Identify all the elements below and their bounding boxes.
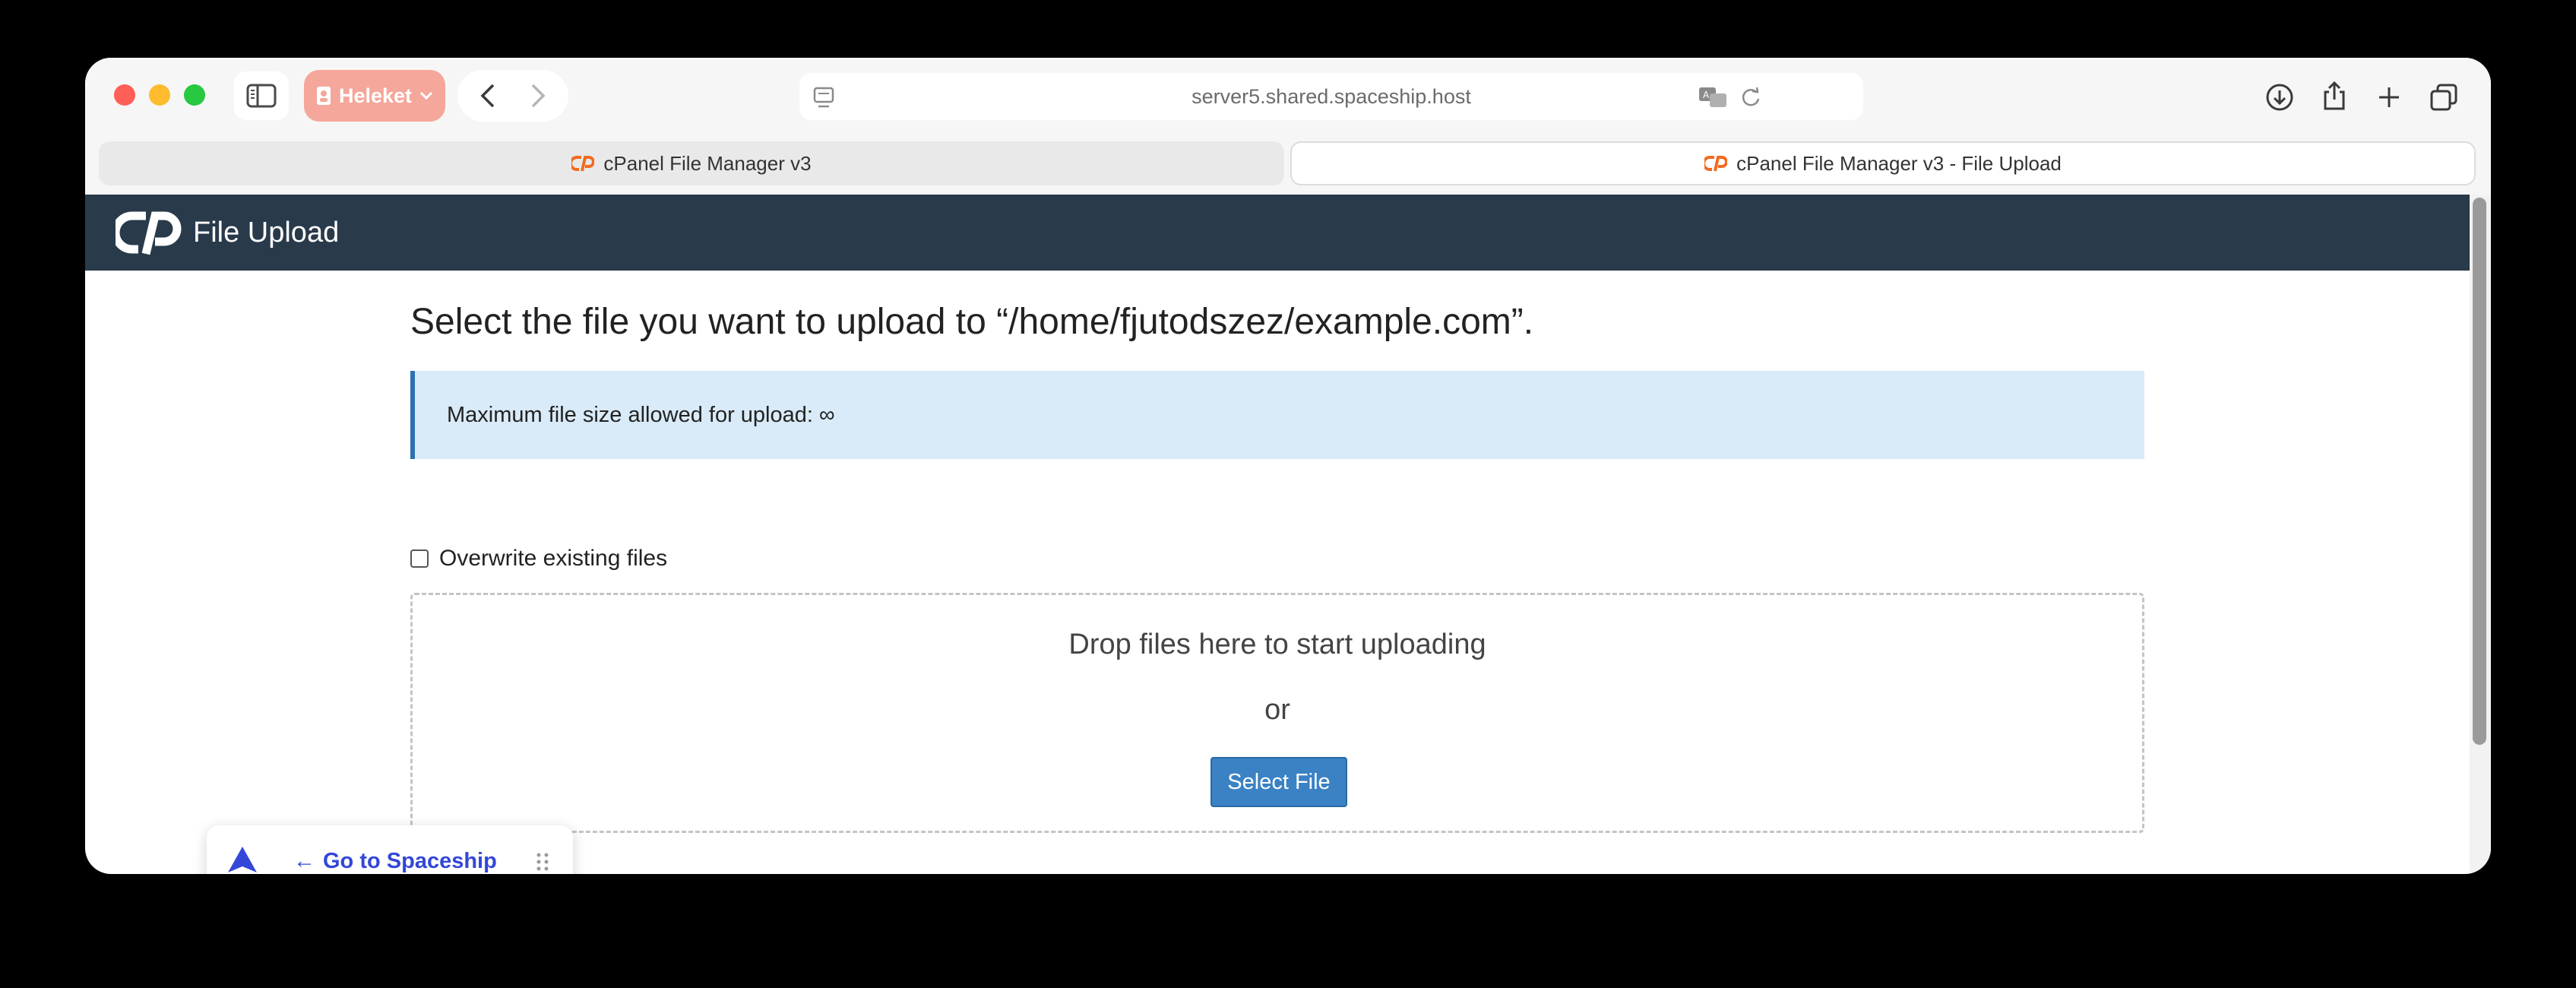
profile-label: Heleket — [338, 84, 413, 107]
tab-file-manager[interactable]: cPanel File Manager v3 — [99, 141, 1284, 185]
maximize-window-button[interactable] — [184, 84, 205, 106]
spaceship-logo-icon — [228, 847, 257, 872]
cpanel-favicon-icon — [571, 156, 595, 172]
reload-icon — [1742, 87, 1760, 106]
downloads-button[interactable] — [2258, 76, 2301, 119]
alert-text: Maximum file size allowed for upload: ∞ — [447, 402, 835, 427]
translate-button[interactable]: A — [1696, 82, 1729, 112]
profile-badge-icon — [316, 87, 331, 105]
go-to-spaceship-link[interactable]: ← Go to Spaceship — [293, 825, 497, 874]
tab-label: cPanel File Manager v3 — [603, 151, 812, 175]
select-file-button[interactable]: Select File — [1210, 757, 1347, 807]
share-button[interactable] — [2313, 74, 2356, 117]
scrollbar-thumb[interactable] — [2473, 198, 2486, 745]
chevron-down-icon — [419, 91, 433, 100]
browser-toolbar: Heleket server5.shared.spaceship.host A — [85, 58, 2491, 135]
chevron-right-icon — [531, 84, 546, 108]
tab-bar: cPanel File Manager v3 cPanel File Manag… — [85, 135, 2491, 195]
sidebar-icon — [246, 84, 277, 108]
arrow-left-icon: ← — [293, 848, 315, 873]
tab-overview-icon — [2430, 84, 2457, 111]
new-tab-button[interactable] — [2368, 76, 2410, 119]
download-icon — [2266, 84, 2293, 111]
page-title: File Upload — [193, 216, 340, 249]
file-drop-zone[interactable]: Drop files here to start uploading or Se… — [410, 593, 2144, 833]
browser-window: Heleket server5.shared.spaceship.host A … — [85, 58, 2491, 874]
upload-heading: Select the file you want to upload to “/… — [410, 302, 1534, 342]
forward-button[interactable] — [515, 73, 561, 119]
drop-instructions: Drop files here to start uploading — [1068, 629, 1486, 660]
page-settings-button[interactable] — [809, 82, 839, 112]
profile-menu-button[interactable]: Heleket — [304, 70, 445, 122]
cpanel-favicon-icon — [1704, 156, 1728, 172]
drag-handle-icon[interactable] — [533, 851, 552, 872]
sidebar-toggle-button[interactable] — [234, 71, 289, 120]
overwrite-option[interactable]: Overwrite existing files — [410, 546, 667, 572]
share-icon — [2324, 81, 2345, 110]
translate-icon: A — [1699, 87, 1726, 107]
tab-file-upload[interactable]: cPanel File Manager v3 - File Upload — [1290, 141, 2476, 185]
close-window-button[interactable] — [114, 84, 135, 106]
overwrite-checkbox[interactable] — [410, 549, 429, 568]
page-menu-icon — [813, 87, 834, 108]
go-to-spaceship-label: Go to Spaceship — [323, 848, 497, 873]
overwrite-label[interactable]: Overwrite existing files — [439, 546, 667, 572]
max-file-size-alert: Maximum file size allowed for upload: ∞ — [410, 371, 2144, 459]
spaceship-widget: ← Go to Spaceship — [207, 825, 573, 874]
tab-label: cPanel File Manager v3 - File Upload — [1736, 151, 2062, 175]
cpanel-logo-icon — [116, 211, 182, 255]
svg-text:A: A — [1703, 90, 1710, 100]
plus-icon — [2379, 87, 2399, 107]
minimize-window-button[interactable] — [149, 84, 170, 106]
chevron-left-icon — [480, 84, 495, 108]
tab-overview-button[interactable] — [2423, 76, 2465, 119]
back-button[interactable] — [465, 73, 511, 119]
page-header: File Upload — [85, 195, 2470, 271]
reload-button[interactable] — [1736, 82, 1766, 112]
or-separator: or — [1264, 694, 1290, 726]
